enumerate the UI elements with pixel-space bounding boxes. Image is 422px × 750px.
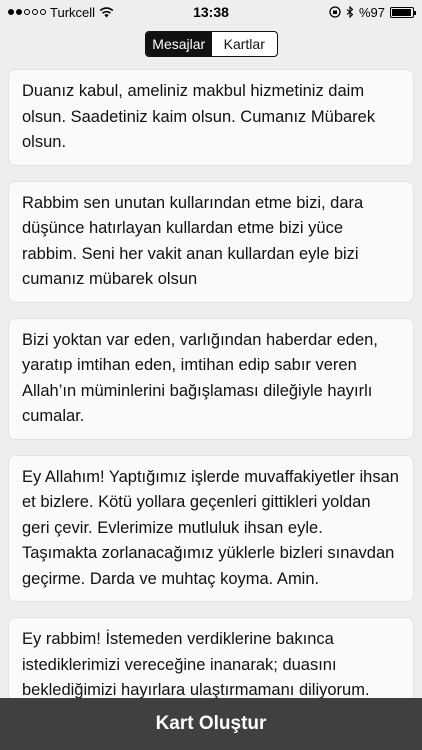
bluetooth-icon [346,6,354,18]
battery-percent: %97 [358,4,385,20]
message-card[interactable]: Ey Allahım! Yaptığımız işlerde muvaffaki… [8,454,414,602]
screen: Turkcell 13:38 %97 Mesajlar Kartlar Duan… [0,0,422,750]
message-card[interactable]: Rabbim sen unutan kullarından etme bizi,… [8,180,414,303]
signal-icon [8,9,46,15]
battery-icon [390,6,416,18]
orientation-lock-icon [329,6,341,18]
carrier-name: Turkcell [50,4,96,20]
message-list[interactable]: Duanız kabul, ameliniz makbul hizmetiniz… [8,69,414,729]
status-right: %97 [329,4,416,20]
segmented-control: Mesajlar Kartlar [145,31,278,57]
tab-mesajlar[interactable]: Mesajlar [146,32,212,56]
message-card[interactable]: Bizi yoktan var eden, varlığından haberd… [8,317,414,440]
status-bar: Turkcell 13:38 %97 [0,0,422,24]
status-left: Turkcell [8,5,114,20]
create-card-button[interactable]: Kart Oluştur [0,698,422,750]
tab-kartlar[interactable]: Kartlar [212,32,278,56]
battery-fill [392,8,412,16]
message-card[interactable]: Duanız kabul, ameliniz makbul hizmetiniz… [8,69,414,166]
wifi-icon [99,6,114,17]
